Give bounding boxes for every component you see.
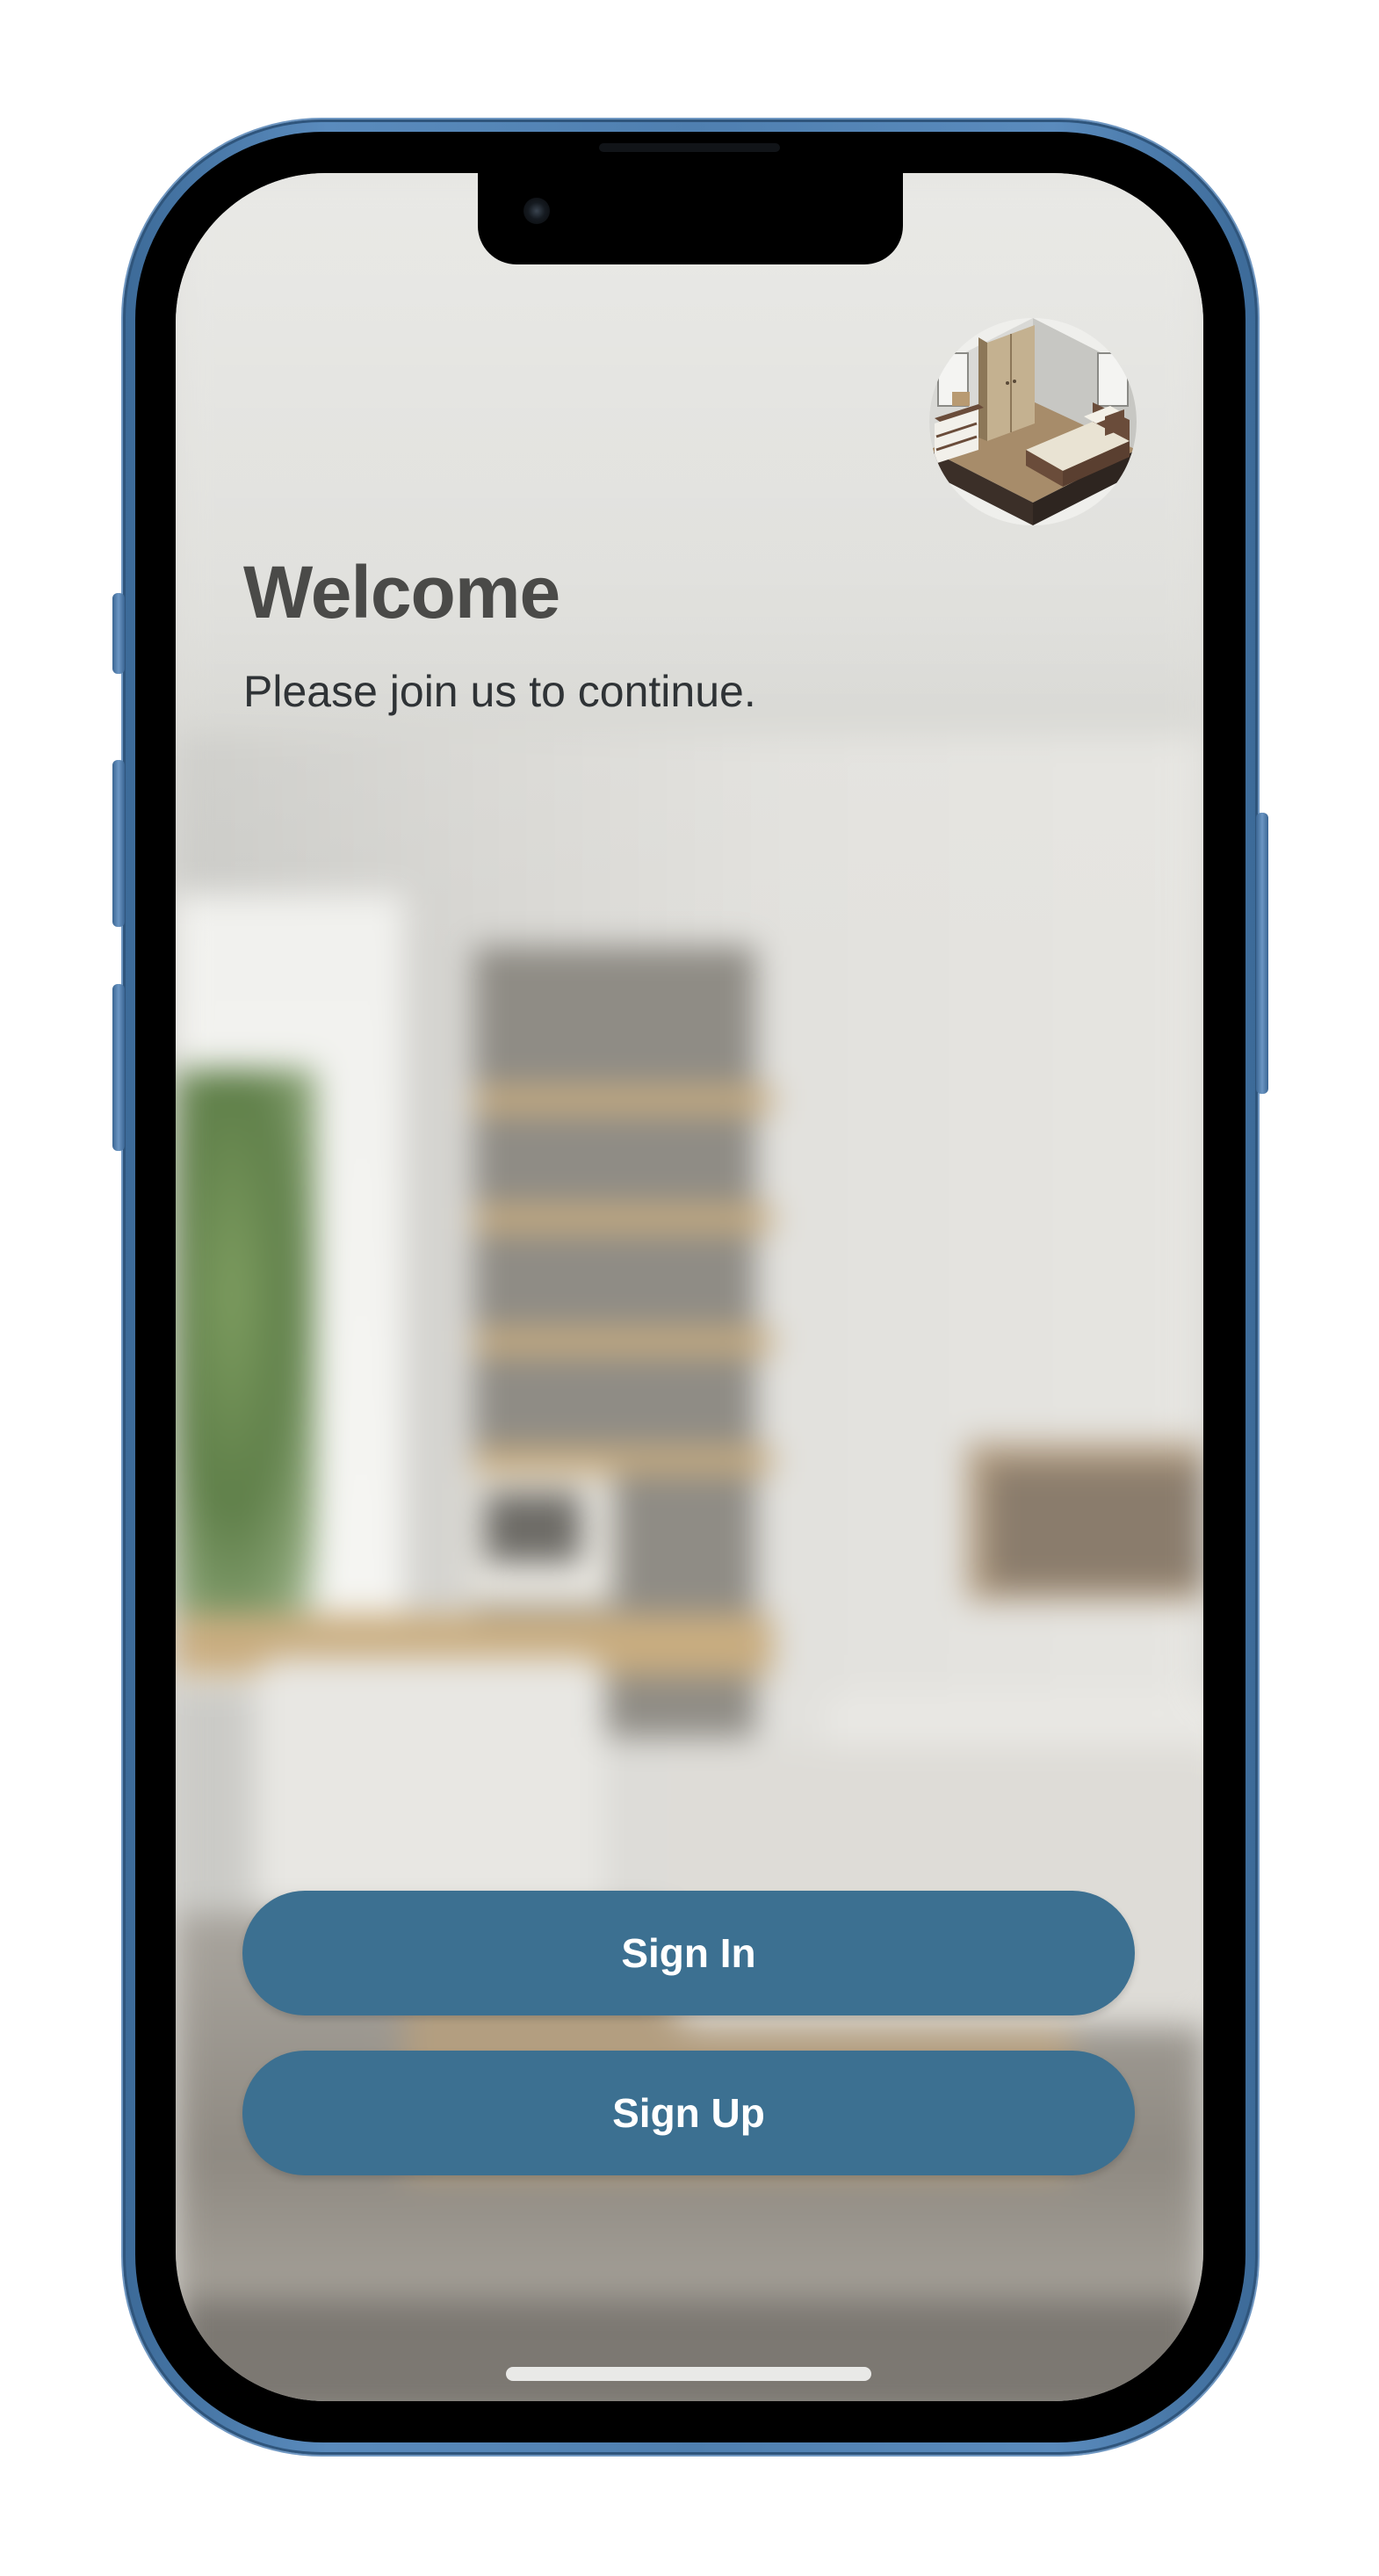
front-camera	[523, 198, 550, 224]
silent-switch	[112, 593, 125, 674]
bedroom-isometric-icon	[929, 318, 1137, 525]
volume-down-button	[112, 984, 125, 1151]
power-button	[1256, 813, 1268, 1094]
sign-in-button[interactable]: Sign In	[242, 1891, 1135, 2015]
page-title: Welcome	[243, 551, 560, 633]
volume-up-button	[112, 760, 125, 927]
page-subtitle: Please join us to continue.	[243, 667, 756, 716]
sign-up-button[interactable]: Sign Up	[242, 2051, 1135, 2175]
home-indicator[interactable]	[506, 2367, 871, 2381]
speaker-grille	[599, 143, 780, 152]
